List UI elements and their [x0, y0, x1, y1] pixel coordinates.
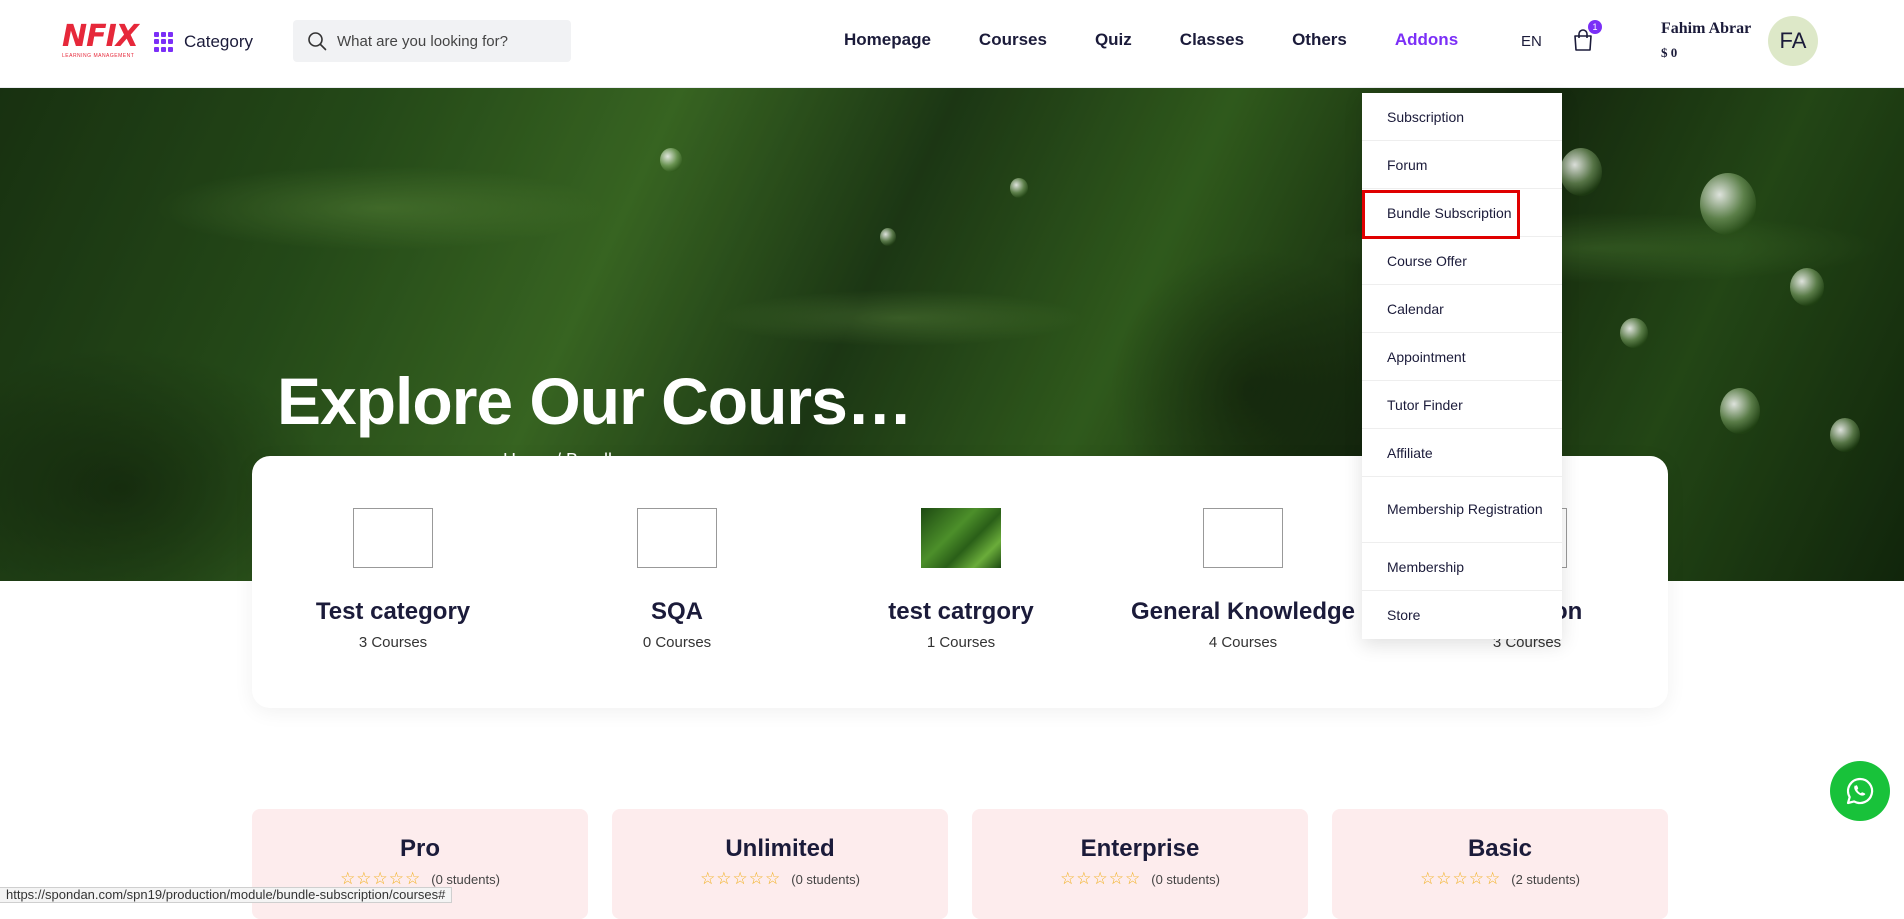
plan-rating: ☆☆☆☆☆ (2 students)	[1332, 869, 1668, 889]
category-thumbnail	[637, 508, 717, 568]
search-input[interactable]	[337, 32, 557, 50]
category-item[interactable]: Test category 3 Courses	[273, 508, 513, 651]
water-drop-decoration	[1720, 388, 1760, 434]
category-course-count: 3 Courses	[358, 634, 428, 651]
plan-name: Unlimited	[725, 835, 835, 862]
site-header: NFIX LEARNING MANAGEMENT Category Homepa…	[0, 0, 1904, 88]
category-menu-button[interactable]: Category	[154, 30, 253, 54]
nav-others[interactable]: Others	[1292, 30, 1347, 50]
menu-item-membership[interactable]: Membership	[1362, 543, 1562, 591]
water-drop-decoration	[880, 228, 896, 246]
whatsapp-button[interactable]	[1830, 761, 1890, 821]
nav-addons[interactable]: Addons	[1395, 30, 1458, 50]
category-course-count: 4 Courses	[1208, 634, 1278, 651]
water-drop-decoration	[1700, 173, 1756, 235]
grid-icon	[154, 32, 174, 52]
avatar[interactable]: FA	[1768, 16, 1818, 66]
plan-student-count: (0 students)	[1151, 871, 1220, 887]
star-rating-icon: ☆☆☆☆☆	[700, 869, 782, 888]
page-title: Explore Our Cours…	[277, 364, 913, 438]
whatsapp-icon	[1846, 777, 1874, 805]
menu-item-course-offer[interactable]: Course Offer	[1362, 237, 1562, 285]
plan-student-count: (2 students)	[1511, 871, 1580, 887]
nav-courses[interactable]: Courses	[979, 30, 1047, 50]
plan-name: Enterprise	[1080, 835, 1200, 862]
menu-item-tutor-finder[interactable]: Tutor Finder	[1362, 381, 1562, 429]
category-name: Test category	[315, 598, 471, 625]
logo-subtext: LEARNING MANAGEMENT	[62, 53, 135, 59]
user-name[interactable]: Fahim Abrar	[1661, 20, 1751, 38]
category-thumbnail	[921, 508, 1001, 568]
menu-item-bundle-subscription[interactable]: Bundle Subscription	[1362, 189, 1562, 237]
water-drop-decoration	[1620, 318, 1648, 348]
main-nav: Homepage Courses Quiz Classes Others Add…	[844, 30, 1458, 50]
menu-item-membership-registration[interactable]: Membership Registration	[1362, 477, 1562, 543]
nav-homepage[interactable]: Homepage	[844, 30, 931, 50]
category-item[interactable]: test catrgory 1 Courses	[841, 508, 1081, 651]
category-thumbnail	[353, 508, 433, 568]
water-drop-decoration	[1010, 178, 1028, 198]
plan-name: Pro	[399, 835, 440, 862]
plan-student-count: (0 students)	[431, 871, 500, 887]
menu-item-forum[interactable]: Forum	[1362, 141, 1562, 189]
plan-rating: ☆☆☆☆☆ (0 students)	[252, 869, 588, 889]
menu-item-affiliate[interactable]: Affiliate	[1362, 429, 1562, 477]
category-name: test catrgory	[888, 598, 1034, 625]
water-drop-decoration	[1830, 418, 1860, 452]
star-rating-icon: ☆☆☆☆☆	[340, 869, 422, 888]
logo-text: NFIX	[62, 19, 139, 54]
cart-button[interactable]: 1	[1572, 20, 1602, 56]
water-drop-decoration	[660, 148, 682, 172]
menu-item-calendar[interactable]: Calendar	[1362, 285, 1562, 333]
search-icon	[308, 32, 327, 51]
browser-status-url: https://spondan.com/spn19/production/mod…	[0, 887, 453, 903]
nav-quiz[interactable]: Quiz	[1095, 30, 1132, 50]
category-course-count: 1 Courses	[926, 634, 996, 651]
star-rating-icon: ☆☆☆☆☆	[1420, 869, 1502, 888]
category-course-count: 0 Courses	[642, 634, 712, 651]
category-name: SQA	[650, 598, 703, 625]
search-bar[interactable]	[293, 20, 571, 62]
menu-item-appointment[interactable]: Appointment	[1362, 333, 1562, 381]
water-drop-decoration	[1560, 148, 1602, 196]
nav-classes[interactable]: Classes	[1180, 30, 1244, 50]
user-balance: $ 0	[1661, 45, 1678, 60]
category-item[interactable]: SQA 0 Courses	[557, 508, 797, 651]
plan-name: Basic	[1467, 835, 1533, 862]
star-rating-icon: ☆☆☆☆☆	[1060, 869, 1142, 888]
language-selector[interactable]: EN	[1521, 33, 1542, 50]
category-name: General Knowledge	[1130, 598, 1356, 625]
category-item[interactable]: General Knowledge 4 Courses	[1123, 508, 1363, 651]
plan-student-count: (0 students)	[791, 871, 860, 887]
water-drop-decoration	[1790, 268, 1824, 306]
plan-rating: ☆☆☆☆☆ (0 students)	[612, 869, 948, 889]
category-label: Category	[184, 32, 253, 51]
addons-dropdown-menu: Subscription Forum Bundle Subscription C…	[1362, 93, 1562, 639]
plan-rating: ☆☆☆☆☆ (0 students)	[972, 869, 1308, 889]
cart-count-badge: 1	[1588, 20, 1602, 34]
menu-item-store[interactable]: Store	[1362, 591, 1562, 639]
site-logo[interactable]: NFIX LEARNING MANAGEMENT	[62, 19, 140, 60]
category-thumbnail	[1203, 508, 1283, 568]
menu-item-subscription[interactable]: Subscription	[1362, 93, 1562, 141]
